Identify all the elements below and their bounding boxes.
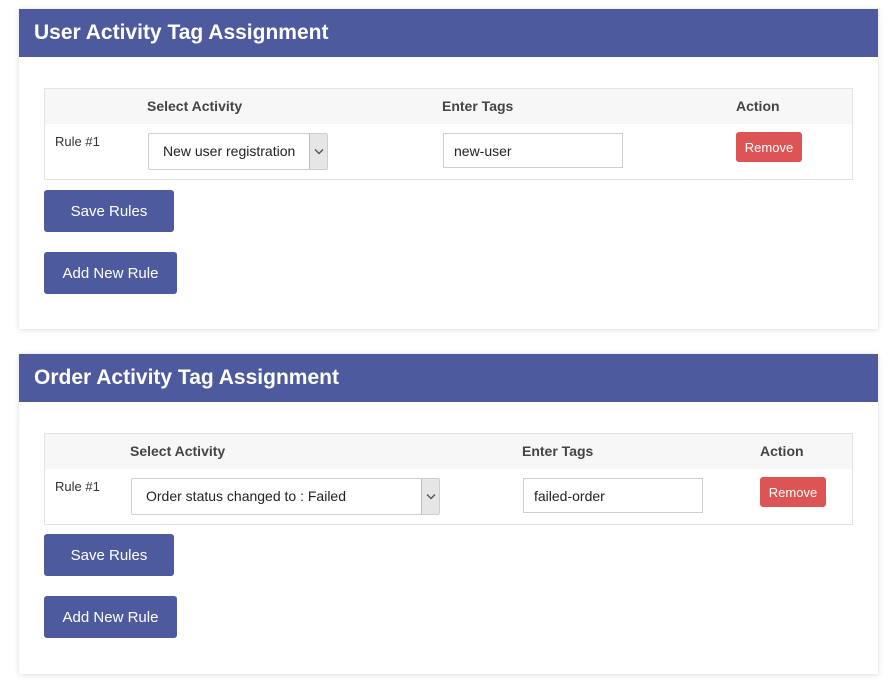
- column-header-tags: Enter Tags: [442, 98, 514, 114]
- rules-table-header: Select Activity Enter Tags Action: [45, 89, 852, 124]
- rule-label: Rule #1: [55, 479, 100, 494]
- rules-table: Select Activity Enter Tags Action Rule #…: [44, 433, 853, 525]
- column-header-tags: Enter Tags: [522, 443, 594, 459]
- activity-select-value: Order status changed to : Failed: [146, 488, 346, 504]
- user-activity-panel: User Activity Tag Assignment Select Acti…: [19, 9, 878, 329]
- activity-select[interactable]: New user registration: [148, 133, 328, 170]
- panel-title: User Activity Tag Assignment: [19, 9, 878, 57]
- column-header-action: Action: [736, 98, 780, 114]
- rules-table-header: Select Activity Enter Tags Action: [45, 434, 852, 469]
- activity-select-value: New user registration: [163, 143, 296, 159]
- remove-rule-button[interactable]: Remove: [760, 477, 826, 507]
- rule-label: Rule #1: [55, 134, 100, 149]
- column-header-activity: Select Activity: [147, 98, 243, 114]
- add-new-rule-button[interactable]: Add New Rule: [44, 596, 177, 638]
- order-activity-panel: Order Activity Tag Assignment Select Act…: [19, 354, 878, 674]
- activity-select[interactable]: Order status changed to : Failed: [131, 478, 440, 515]
- column-header-action: Action: [760, 443, 804, 459]
- save-rules-button[interactable]: Save Rules: [44, 190, 174, 232]
- tags-input[interactable]: [443, 133, 623, 168]
- save-rules-button[interactable]: Save Rules: [44, 534, 174, 576]
- tags-input[interactable]: [523, 478, 703, 513]
- column-header-activity: Select Activity: [130, 443, 226, 459]
- remove-rule-button[interactable]: Remove: [736, 132, 802, 162]
- panel-title: Order Activity Tag Assignment: [19, 354, 878, 402]
- chevron-down-icon: [309, 134, 327, 169]
- chevron-down-icon: [421, 479, 439, 514]
- rules-table: Select Activity Enter Tags Action Rule #…: [44, 88, 853, 180]
- add-new-rule-button[interactable]: Add New Rule: [44, 252, 177, 294]
